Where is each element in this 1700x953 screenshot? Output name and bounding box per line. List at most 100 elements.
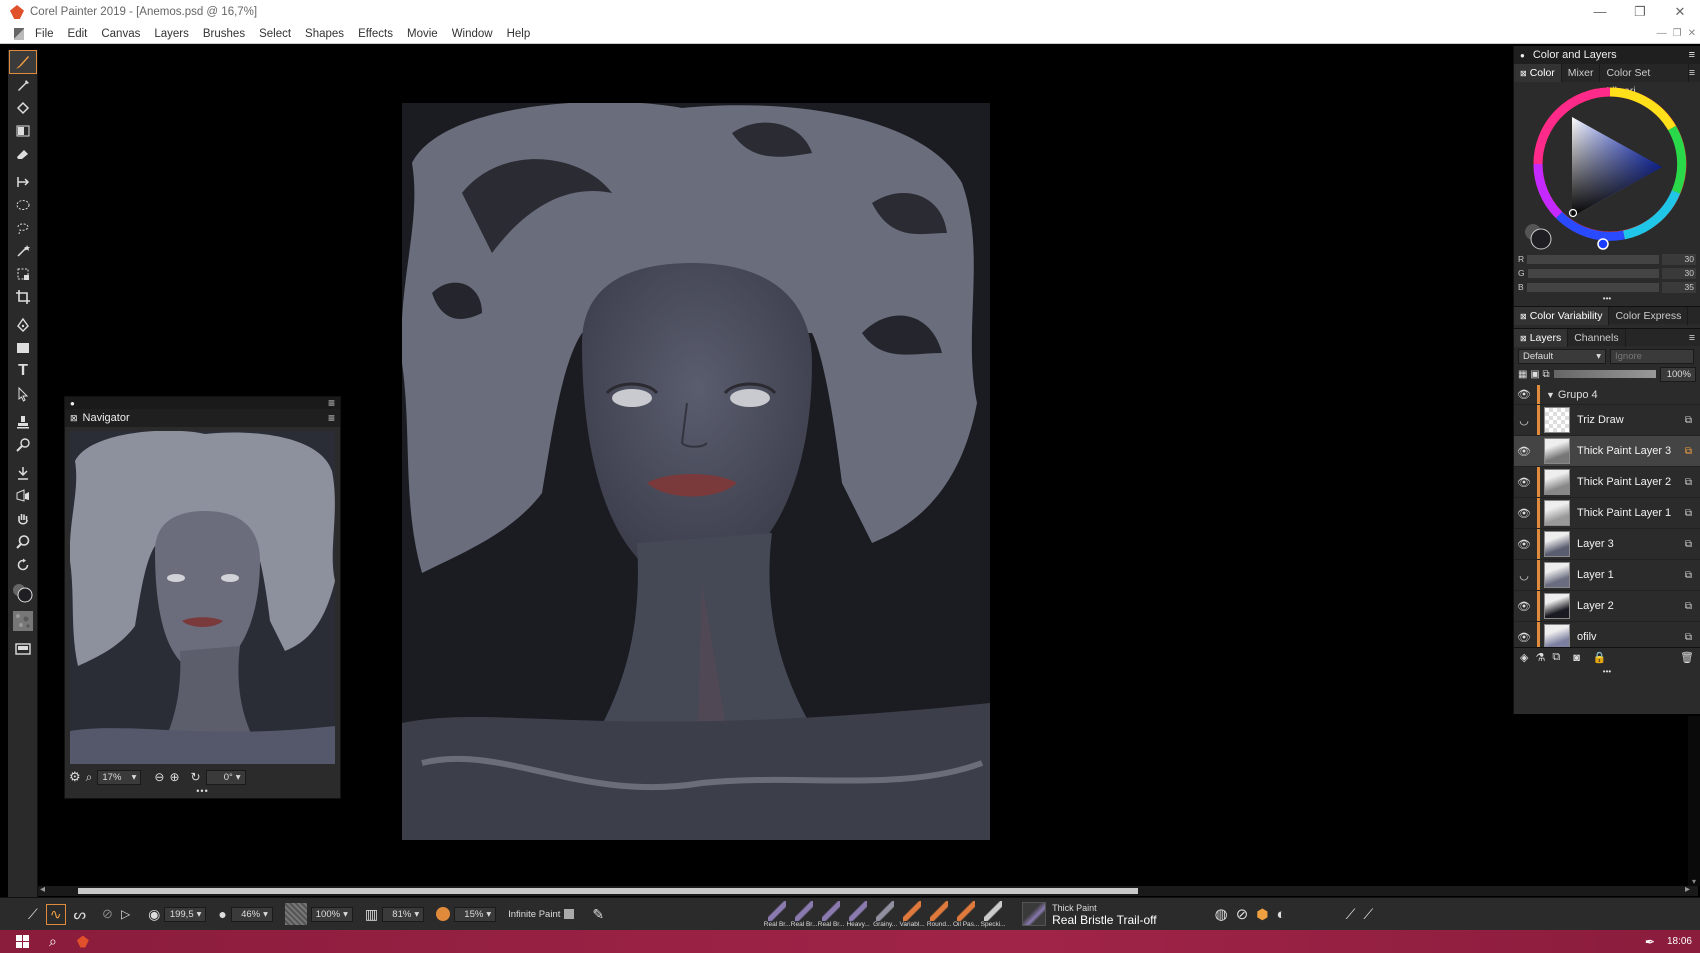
close-button[interactable]: ✕ <box>1660 0 1700 24</box>
color-panel-menu-icon[interactable]: ≡ <box>1689 67 1700 79</box>
brush-reset-icon[interactable]: ⟋ <box>28 906 38 923</box>
composite-method-icon[interactable]: ⧉ <box>1685 415 1692 426</box>
panel-grip-icon[interactable]: ● <box>70 399 75 408</box>
search-icon[interactable]: ⌕ <box>49 933 57 950</box>
eye-icon[interactable]: 👁 <box>1514 538 1534 551</box>
navigator-rotation-field[interactable]: 0° ▾ <box>205 769 246 785</box>
doc-minimize-icon[interactable]: — <box>1657 28 1667 39</box>
grabber-icon[interactable] <box>10 508 36 530</box>
chevron-down-icon[interactable]: ▾ <box>343 908 348 921</box>
tab-mixer[interactable]: Mixer <box>1562 64 1601 82</box>
text-icon[interactable]: T <box>10 360 36 382</box>
brush-size-field[interactable]: 199,5 ▾ <box>164 906 207 922</box>
layer-opacity-field[interactable]: 100% <box>1660 366 1696 382</box>
eye-icon[interactable]: 👁 <box>1514 388 1534 401</box>
tab-color-express[interactable]: Color Express <box>1609 306 1689 325</box>
paint-amount-control[interactable]: 15% ▾ <box>436 906 497 922</box>
layers-panel-menu-icon[interactable]: ≡ <box>1689 332 1700 344</box>
eraser-icon[interactable] <box>10 143 36 165</box>
eye-icon[interactable]: 👁 <box>1514 445 1534 458</box>
scroll-thumb[interactable] <box>78 888 1138 894</box>
zoom-out-icon[interactable]: ⊖ <box>154 770 164 784</box>
chevron-down-icon[interactable]: ▾ <box>197 908 202 921</box>
blender-icon[interactable] <box>10 434 36 456</box>
dropper-icon[interactable] <box>10 74 36 96</box>
stroke-constraint-icon[interactable]: ▷ <box>121 907 130 921</box>
vertical-scrollbar[interactable]: ▾ <box>1688 716 1700 886</box>
panel-menu-icon[interactable]: ≡ <box>328 396 335 410</box>
color-swatches-icon[interactable] <box>10 582 36 604</box>
recent-brush[interactable]: Heavy... <box>845 900 871 928</box>
panel-menu-icon[interactable]: ≡ <box>1689 49 1695 61</box>
recent-brush[interactable]: Specki... <box>980 900 1006 928</box>
chevron-down-icon[interactable]: ▾ <box>236 771 241 784</box>
composite-method-icon[interactable]: ⧉ <box>1685 477 1692 488</box>
green-slider[interactable]: G 30 <box>1518 266 1696 280</box>
recent-brush[interactable]: Variabl... <box>899 900 925 928</box>
menu-shapes[interactable]: Shapes <box>298 28 351 40</box>
horizontal-scrollbar[interactable]: ◂ ▸ <box>38 884 1698 896</box>
recent-brush[interactable]: Real Br... <box>818 900 845 928</box>
crop-icon[interactable] <box>10 286 36 308</box>
magnifier-icon[interactable] <box>10 531 36 553</box>
menu-select[interactable]: Select <box>252 28 298 40</box>
scroll-left-icon[interactable]: ◂ <box>40 884 45 895</box>
composite-method-icon[interactable]: ⧉ <box>1685 601 1692 612</box>
settings-icon[interactable]: ⚙ <box>69 769 81 785</box>
move-icon[interactable] <box>10 171 36 193</box>
red-slider[interactable]: R 30 <box>1518 252 1696 266</box>
paint-amount-field[interactable]: 15% ▾ <box>454 906 497 922</box>
composite-method-icon[interactable]: ⧉ <box>1685 632 1692 643</box>
eye-icon[interactable]: 👁 <box>1514 631 1534 644</box>
layer-row[interactable]: 👁 Layer 2 ⧉ <box>1514 591 1700 622</box>
lock-icon[interactable]: 🔒 <box>1593 651 1607 664</box>
menu-effects[interactable]: Effects <box>351 28 400 40</box>
thick-paint-icon[interactable]: ⬢ <box>1256 906 1268 923</box>
menu-brushes[interactable]: Brushes <box>196 28 252 40</box>
tab-layers[interactable]: ⊠ Layers <box>1514 328 1569 347</box>
trash-icon[interactable]: 🗑 <box>1680 651 1694 664</box>
navigator-zoom-field[interactable]: 17% ▾ <box>97 769 142 785</box>
paper-texture-icon[interactable] <box>10 610 36 632</box>
recent-brush[interactable]: Oil Pas... <box>953 900 979 928</box>
navigator-menu-icon[interactable]: ≡ <box>328 411 335 425</box>
brush-tracking-icon[interactable]: ⟋ <box>1346 906 1356 923</box>
eye-closed-icon[interactable]: ◡ <box>1514 569 1534 582</box>
layer-group-row[interactable]: 👁 ▼ Grupo 4 <box>1514 385 1700 405</box>
windows-start-icon[interactable] <box>16 935 29 948</box>
chevron-down-icon[interactable]: ▾ <box>132 771 137 784</box>
zoom-in-icon[interactable]: ⊕ <box>169 770 179 784</box>
chevron-down-icon[interactable]: ▾ <box>1596 350 1601 363</box>
menu-movie[interactable]: Movie <box>400 28 445 40</box>
layer-row[interactable]: 👁 Layer 3 ⧉ <box>1514 529 1700 560</box>
freehand-stroke-icon[interactable]: ∿ <box>45 903 66 925</box>
magic-wand-icon[interactable] <box>10 240 36 262</box>
menu-layers[interactable]: Layers <box>147 28 196 40</box>
mirror-icon[interactable] <box>10 485 36 507</box>
composite-method-icon[interactable]: ⧉ <box>1685 446 1692 457</box>
color-wheel[interactable] <box>1514 82 1700 252</box>
grain-field[interactable]: 100% ▾ <box>310 906 353 922</box>
transform-icon[interactable] <box>10 263 36 285</box>
layer-row[interactable]: 👁 ofilv ⧉ <box>1514 622 1700 647</box>
composite-method-icon[interactable]: ⧉ <box>1685 570 1692 581</box>
panel-grip-icon[interactable]: ● <box>1520 51 1525 60</box>
brush-selector-icon[interactable]: ⟋ <box>1363 906 1373 923</box>
recent-brush[interactable]: Real Br... <box>791 900 818 928</box>
paint-brush-icon[interactable]: ◐ <box>1277 906 1286 923</box>
brush-icon[interactable] <box>9 50 37 74</box>
stroke-amount-field[interactable]: 81% ▾ <box>382 906 425 922</box>
layer-mask-icon[interactable]: ◙ <box>1573 652 1580 664</box>
doc-restore-icon[interactable]: ❐ <box>1673 28 1682 39</box>
brush-size-control[interactable]: ◉ 199,5 ▾ <box>148 906 207 923</box>
gradient-icon[interactable] <box>10 120 36 142</box>
pen-input-icon[interactable]: ✒ <box>1645 935 1655 949</box>
rectangle-icon[interactable] <box>10 337 36 359</box>
current-brush[interactable]: Thick Paint Real Bristle Trail-off <box>1022 902 1157 926</box>
layer-row[interactable]: ◡ Layer 1 ⧉ <box>1514 560 1700 591</box>
ellipse-select-icon[interactable] <box>10 194 36 216</box>
blue-slider[interactable]: B 35 <box>1518 280 1696 294</box>
chevron-down-icon[interactable]: ▾ <box>486 908 491 921</box>
doc-close-icon[interactable]: ✕ <box>1688 28 1696 39</box>
tab-color-variability[interactable]: ⊠ Color Variability <box>1514 306 1610 325</box>
